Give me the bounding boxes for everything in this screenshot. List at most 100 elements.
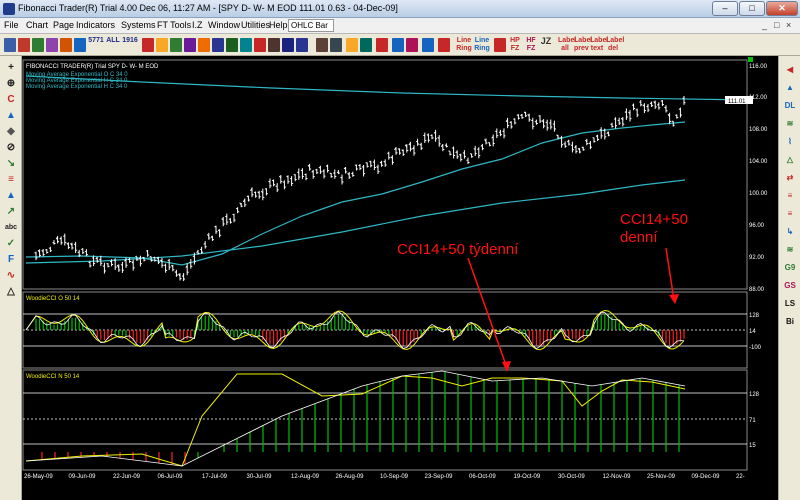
tool-triangle[interactable]: ▲ <box>5 110 17 122</box>
tool-hist[interactable]: ⌇ <box>780 134 800 150</box>
tool-swap[interactable]: ⇄ <box>780 170 800 186</box>
tool-up-arrow[interactable]: ▲ <box>5 190 17 202</box>
tool-step[interactable]: ↳ <box>780 224 800 240</box>
tool-fib-retrace[interactable]: ≡ <box>5 174 17 186</box>
alert-icon[interactable] <box>254 38 266 52</box>
trend-icon[interactable] <box>226 38 238 52</box>
period-icon[interactable] <box>268 38 280 52</box>
scroll-right-icon[interactable] <box>330 38 342 52</box>
fan-icon[interactable] <box>494 38 506 52</box>
bulb-icon[interactable] <box>156 38 168 52</box>
menu-item-iz[interactable]: I.Z <box>192 20 203 30</box>
menu-item-utilities[interactable]: Utilities <box>241 20 270 30</box>
label-del-button[interactable]: Label del <box>606 37 624 53</box>
ohlc-open-tick <box>563 143 566 145</box>
tool-g9[interactable]: G9 <box>780 260 800 276</box>
tool-gs[interactable]: GS <box>780 278 800 294</box>
open-icon[interactable] <box>18 38 30 52</box>
scroll-left-icon[interactable] <box>316 38 328 52</box>
mdi-minimize-button[interactable]: _ <box>762 20 767 30</box>
jz-button[interactable]: JZ <box>540 37 552 53</box>
label-text-button[interactable]: Label text <box>590 37 608 53</box>
tool-text[interactable]: abc <box>5 222 17 234</box>
tool-crosshair[interactable]: + <box>5 62 17 74</box>
minimize-button[interactable]: – <box>712 1 738 16</box>
ohlc-open-tick <box>225 215 227 218</box>
wave-icon[interactable] <box>406 38 418 52</box>
bars-icon[interactable] <box>170 38 182 52</box>
toolbar-1916-button[interactable]: 1916 <box>122 37 138 53</box>
tool-erase[interactable]: ⊘ <box>5 142 17 154</box>
menu-item-window[interactable]: Window <box>208 20 240 30</box>
tool-ls[interactable]: LS <box>780 296 800 312</box>
tool-prev[interactable]: ◀ <box>780 62 800 78</box>
indicator-icon[interactable] <box>184 38 196 52</box>
tool-up[interactable]: ▲ <box>780 80 800 96</box>
bar-type-icon[interactable] <box>212 38 224 52</box>
dollar-icon[interactable] <box>346 38 358 52</box>
menu-item-indicators[interactable]: Indicators <box>76 20 115 30</box>
new-chart-icon[interactable] <box>4 38 16 52</box>
ohlc-open-tick <box>631 104 634 106</box>
tool-bands[interactable]: ≋ <box>780 116 800 132</box>
tool-tri[interactable]: △ <box>780 152 800 168</box>
tool-trendline[interactable]: ↘ <box>5 158 17 170</box>
tool-zoom[interactable]: ⊕ <box>5 78 17 90</box>
menu-item-systems[interactable]: Systems <box>121 20 156 30</box>
print-icon[interactable] <box>46 38 58 52</box>
cycle-icon[interactable] <box>142 38 154 52</box>
line-ring-button[interactable]: Line Ring <box>456 37 472 53</box>
menu-item-page[interactable]: Page <box>53 20 74 30</box>
hp-fz-button[interactable]: HP FZ <box>508 37 522 53</box>
menu-item-chart[interactable]: Chart <box>26 20 48 30</box>
menu-item-file[interactable]: File <box>4 20 19 30</box>
close-button[interactable]: ✕ <box>766 1 798 16</box>
tool-check[interactable]: ✓ <box>5 238 17 250</box>
chart-window[interactable]: FIBONACCI TRADER(R) Trial SPY D- W- M EO… <box>22 56 778 500</box>
refresh-icon[interactable] <box>60 38 72 52</box>
price-tick-100: 100.00 <box>749 191 768 197</box>
tool-bands-2[interactable]: ≋ <box>780 242 800 258</box>
menu-item-help[interactable]: Help <box>269 20 288 30</box>
label-prev-button[interactable]: Label prev <box>574 37 592 53</box>
fib-icon[interactable] <box>376 38 388 52</box>
menu-item-ft-tools[interactable]: FT Tools <box>157 20 191 30</box>
candle-icon[interactable] <box>360 38 372 52</box>
toolbar-5771-button[interactable]: 5771 <box>88 37 104 53</box>
compress-icon[interactable] <box>282 38 294 52</box>
time-icon[interactable] <box>392 38 404 52</box>
ma-long-line <box>25 75 750 101</box>
tool-dl[interactable]: DL <box>780 98 800 114</box>
tool-andrews[interactable]: △ <box>5 286 17 298</box>
tool-wave[interactable]: ∿ <box>5 270 17 282</box>
time-tick: 06-Jul-09 <box>158 474 184 480</box>
label-all-button[interactable]: Label all <box>558 37 576 53</box>
hf-fz-button[interactable]: HF FZ <box>524 37 538 53</box>
zoom-icon[interactable] <box>74 38 86 52</box>
time-tick: 19-Oct-09 <box>514 474 541 480</box>
toolbar: 5771 ALL 1916 Line Ring Line Ring HP FZ … <box>0 34 800 56</box>
line-ring-2-button[interactable]: Line Ring <box>474 37 490 53</box>
mdi-close-button[interactable]: × <box>786 20 791 30</box>
price-chart[interactable]: FIBONACCI TRADER(R) Trial SPY D- W- M EO… <box>22 56 778 500</box>
price-tick-104: 104.00 <box>749 159 768 165</box>
tool-bi[interactable]: Bi <box>780 314 800 330</box>
tool-diamond[interactable]: ◆ <box>5 126 17 138</box>
tool-cycle[interactable]: C <box>5 94 17 106</box>
ohlc-open-tick <box>469 153 472 155</box>
save-icon[interactable] <box>32 38 44 52</box>
arc-icon[interactable] <box>438 38 450 52</box>
grid-icon[interactable] <box>240 38 252 52</box>
tool-fib-fan[interactable]: F <box>5 254 17 266</box>
chart-style-select[interactable]: OHLC Bar <box>288 19 334 32</box>
expand-icon[interactable] <box>296 38 308 52</box>
mdi-restore-button[interactable]: □ <box>774 20 779 30</box>
channel-icon[interactable] <box>422 38 434 52</box>
tool-levels-1[interactable]: ≡ <box>780 188 800 204</box>
pencil-icon[interactable] <box>198 38 210 52</box>
toolbar-all-button[interactable]: ALL <box>106 37 120 53</box>
tool-levels-2[interactable]: ≡ <box>780 206 800 222</box>
tool-ray[interactable]: ↗ <box>5 206 17 218</box>
maximize-button[interactable]: □ <box>739 1 765 16</box>
time-tick: 23-Sep-09 <box>425 474 454 480</box>
